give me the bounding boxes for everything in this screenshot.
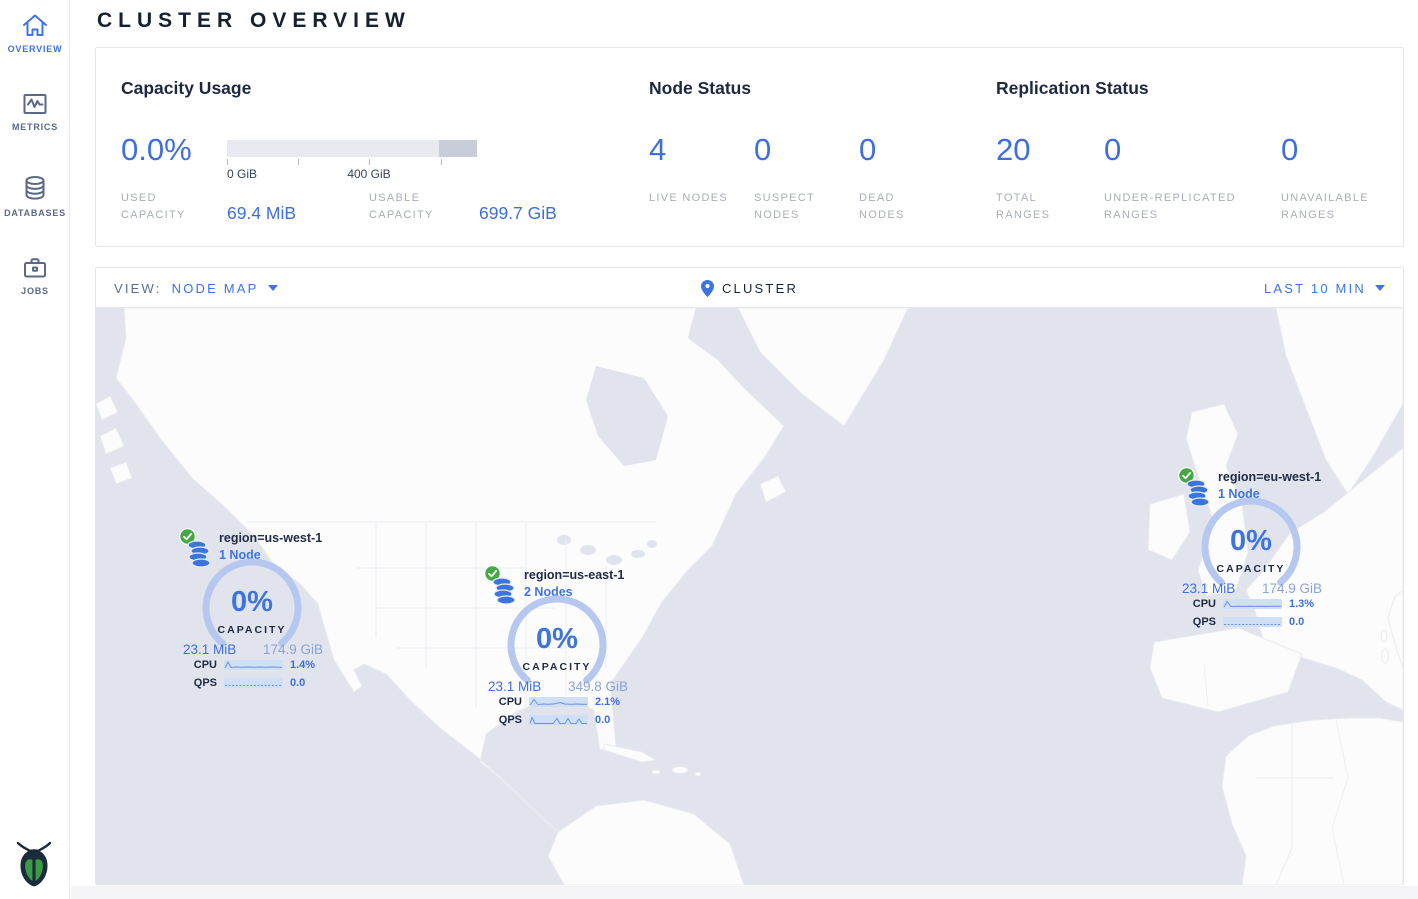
databases-icon [21, 174, 49, 204]
qps-sparkline [1223, 617, 1282, 627]
stat-suspect-nodes: 0 SUSPECT NODES [754, 132, 771, 168]
capacity-label: CAPACITY [179, 624, 325, 636]
capacity-percent: 0% [1178, 525, 1324, 558]
breadcrumb-cluster: CLUSTER [722, 281, 798, 296]
capacity-percent: 0% [179, 586, 325, 619]
capacity-label: CAPACITY [484, 661, 630, 673]
capacity-total: 174.9 GiB [1262, 581, 1322, 596]
cpu-sparkline [224, 660, 283, 670]
briefcase-icon [21, 254, 49, 282]
stat-dead-nodes: 0 DEAD NODES [859, 132, 876, 168]
region-name: region=eu-west-1 [1218, 470, 1321, 484]
region-marker-us-east-1: region=us-east-1 2 Nodes 0% CAPACITY 23.… [484, 565, 634, 735]
replication-status-title: Replication Status [996, 78, 1149, 99]
sidebar: OVERVIEW METRICS DATABASES [0, 0, 70, 899]
used-capacity-label: USED CAPACITY [121, 190, 201, 224]
cpu-row: CPU 1.3% [1178, 598, 1328, 610]
capacity-used: 23.1 MiB [488, 679, 541, 694]
qps-row: QPS 0.0 [179, 677, 329, 689]
region-marker-us-west-1: region=us-west-1 1 Node 0% CAPACITY 23.1… [179, 528, 329, 698]
capacity-label: CAPACITY [1178, 563, 1324, 575]
capacity-bar-segment [439, 140, 477, 157]
breadcrumb: CLUSTER [96, 268, 1403, 308]
sidebar-item-metrics[interactable]: METRICS [0, 90, 70, 132]
map-pin-icon [701, 280, 714, 297]
region-name: region=us-west-1 [219, 531, 322, 545]
region-name: region=us-east-1 [524, 568, 624, 582]
stat-total-ranges: 20 TOTAL RANGES [996, 132, 1030, 168]
sidebar-item-label: METRICS [0, 122, 70, 132]
cluster-summary-card: Capacity Usage 0.0% 0 GiB 400 GiB USED C… [95, 47, 1404, 247]
node-map-card: VIEW: NODE MAP CLUSTER LAST 10 MIN [95, 267, 1404, 885]
capacity-usage-title: Capacity Usage [121, 78, 251, 99]
stat-live-nodes: 4 LIVE NODES [649, 132, 666, 168]
cpu-sparkline [1223, 599, 1282, 609]
sidebar-item-label: JOBS [0, 286, 70, 296]
region-marker-eu-west-1: region=eu-west-1 1 Node 0% CAPACITY 23.1… [1178, 467, 1328, 637]
capacity-tick-400: 400 GiB [339, 167, 399, 181]
time-range-dropdown[interactable]: LAST 10 MIN [1264, 268, 1385, 308]
capacity-percent: 0% [484, 623, 630, 656]
qps-row: QPS 0.0 [1178, 616, 1328, 628]
sidebar-item-overview[interactable]: OVERVIEW [0, 12, 70, 54]
cpu-row: CPU 2.1% [484, 696, 634, 708]
stat-unavailable-ranges: 0 UNAVAILABLE RANGES [1281, 132, 1298, 168]
capacity-bar [227, 140, 477, 157]
qps-sparkline [224, 678, 283, 688]
page-footer-strip [71, 886, 1418, 899]
capacity-total: 174.9 GiB [263, 642, 323, 657]
sidebar-item-label: OVERVIEW [0, 44, 70, 54]
node-status-title: Node Status [649, 78, 751, 99]
usable-capacity-value: 699.7 GiB [479, 203, 557, 224]
cockroachdb-logo [13, 838, 55, 893]
chevron-down-icon [1375, 285, 1385, 291]
capacity-used: 23.1 MiB [183, 642, 236, 657]
world-map: region=us-west-1 1 Node 0% CAPACITY 23.1… [96, 308, 1403, 885]
sidebar-item-jobs[interactable]: JOBS [0, 254, 70, 296]
capacity-percent: 0.0% [121, 132, 192, 168]
usable-capacity-label: USABLE CAPACITY [369, 190, 449, 224]
cpu-sparkline [529, 697, 588, 707]
sidebar-item-label: DATABASES [0, 208, 70, 218]
metrics-icon [21, 90, 49, 118]
stat-under-replicated-ranges: 0 UNDER-REPLICATED RANGES [1104, 132, 1121, 168]
capacity-tick-0: 0 GiB [227, 167, 257, 181]
page-title: CLUSTER OVERVIEW [97, 9, 411, 33]
used-capacity-value: 69.4 MiB [227, 203, 296, 224]
qps-row: QPS 0.0 [484, 714, 634, 726]
capacity-total: 349.8 GiB [568, 679, 628, 694]
qps-sparkline [529, 715, 588, 725]
capacity-used: 23.1 MiB [1182, 581, 1235, 596]
map-toolbar: VIEW: NODE MAP CLUSTER LAST 10 MIN [96, 268, 1403, 308]
cpu-row: CPU 1.4% [179, 659, 329, 671]
sidebar-item-databases[interactable]: DATABASES [0, 174, 70, 218]
home-icon [21, 12, 49, 40]
